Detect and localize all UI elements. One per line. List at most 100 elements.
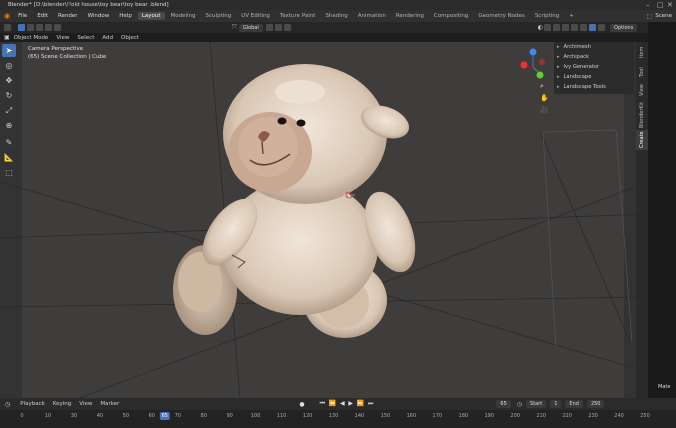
- tool-shelf: ➤ ◎ ✥ ↻ ⤢ ⊕ ✎ 📐 ⬚: [2, 44, 18, 194]
- xray-icon[interactable]: [562, 24, 570, 31]
- timeline-tick: 90: [226, 413, 233, 419]
- camera-view-icon[interactable]: 🎥: [540, 106, 549, 114]
- select-mode-3-icon[interactable]: [45, 24, 52, 31]
- properties-area: Mate: [648, 22, 676, 398]
- zoom-icon[interactable]: ⌕: [540, 82, 544, 91]
- select-mode-4-icon[interactable]: [54, 24, 61, 31]
- menu-object[interactable]: Object: [121, 35, 139, 41]
- preview-range-icon[interactable]: ◷: [517, 401, 522, 408]
- close-icon[interactable]: ✕: [667, 1, 673, 9]
- addon-archipack[interactable]: ▸ Archipack: [554, 52, 634, 62]
- next-key-icon[interactable]: ⏩: [357, 400, 364, 407]
- menu-playback[interactable]: Playback: [20, 401, 45, 407]
- options-dropdown[interactable]: Options: [610, 23, 638, 32]
- tab-rendering[interactable]: Rendering: [392, 12, 428, 20]
- shading-rendered-icon[interactable]: [598, 24, 606, 31]
- rotate-tool-icon[interactable]: ↻: [2, 89, 16, 102]
- tab-scripting[interactable]: Scripting: [531, 12, 563, 20]
- play-reverse-icon[interactable]: ◀: [340, 400, 345, 407]
- current-frame-field[interactable]: 65: [496, 400, 511, 408]
- menu-help[interactable]: Help: [119, 13, 132, 19]
- tab-view[interactable]: View: [636, 82, 648, 98]
- play-icon[interactable]: ▶: [348, 400, 353, 407]
- 3d-viewport[interactable]: ⌕ ✋ 🎥: [0, 42, 648, 398]
- measure-tool-icon[interactable]: 📐: [2, 151, 16, 164]
- orientation-dropdown[interactable]: Global: [238, 23, 263, 32]
- timeline-editor-icon[interactable]: ◷: [5, 401, 10, 408]
- cursor-tool-icon[interactable]: ◎: [2, 59, 16, 72]
- tab-tool[interactable]: Tool: [636, 64, 648, 80]
- gizmo-icon[interactable]: [544, 24, 552, 31]
- tab-uv-editing[interactable]: UV Editing: [237, 12, 274, 20]
- scene-label[interactable]: Scene: [655, 13, 672, 19]
- menu-timeline-view[interactable]: View: [79, 401, 92, 407]
- bear-left-eye: [277, 117, 287, 125]
- record-icon[interactable]: ●: [299, 401, 304, 408]
- menu-select[interactable]: Select: [77, 35, 94, 41]
- editor-type-icon[interactable]: [4, 24, 11, 31]
- menu-window[interactable]: Window: [88, 13, 110, 19]
- maximize-icon[interactable]: □: [657, 1, 664, 9]
- tab-shading[interactable]: Shading: [321, 12, 351, 20]
- tab-geometry-nodes[interactable]: Geometry Nodes: [474, 12, 528, 20]
- mode-header: ▣ Object Mode View Select Add Object: [0, 33, 220, 42]
- end-frame-field[interactable]: 250: [586, 400, 605, 408]
- select-tool-icon[interactable]: ➤: [2, 44, 16, 57]
- collection-info: (65) Scene Collection | Cube: [28, 54, 107, 60]
- minimize-icon[interactable]: –: [646, 1, 650, 9]
- pivot-icon[interactable]: [265, 24, 273, 31]
- shading-wireframe-icon[interactable]: [571, 24, 579, 31]
- tab-texture-paint[interactable]: Texture Paint: [276, 12, 320, 20]
- scene-icon[interactable]: ⬚: [647, 13, 653, 20]
- timeline-header: ◷ Playback Keying View Marker ● ⏮ ⏪ ◀ ▶ …: [0, 398, 676, 410]
- playhead[interactable]: 65: [159, 412, 170, 420]
- menu-edit[interactable]: Edit: [37, 13, 48, 19]
- blender-logo-icon[interactable]: ◉: [4, 12, 10, 20]
- start-frame-field[interactable]: 1: [550, 400, 562, 408]
- addon-landscape[interactable]: ▸ Landscape: [554, 72, 634, 82]
- shading-solid-icon[interactable]: [580, 24, 588, 31]
- menu-file[interactable]: File: [18, 13, 27, 19]
- select-box-icon[interactable]: [18, 24, 25, 31]
- visibility-icon[interactable]: ◐: [538, 24, 543, 31]
- menu-keying[interactable]: Keying: [53, 401, 71, 407]
- jump-end-icon[interactable]: ⏭: [368, 400, 373, 408]
- tab-blenderkit[interactable]: BlenderKit: [636, 102, 648, 128]
- tab-sculpting[interactable]: Sculpting: [202, 12, 236, 20]
- select-mode-1-icon[interactable]: [27, 24, 34, 31]
- add-cube-tool-icon[interactable]: ⬚: [2, 166, 16, 179]
- overlay-icon[interactable]: [553, 24, 561, 31]
- snap-icon[interactable]: [274, 24, 282, 31]
- scale-tool-icon[interactable]: ⤢: [2, 104, 16, 117]
- sidebar-tabs: Item Tool View BlenderKit Create: [636, 42, 648, 398]
- tab-modeling[interactable]: Modeling: [167, 12, 200, 20]
- tab-animation[interactable]: Animation: [354, 12, 390, 20]
- add-workspace-button[interactable]: +: [565, 12, 578, 20]
- select-mode-2-icon[interactable]: [36, 24, 43, 31]
- timeline-tick: 50: [122, 413, 130, 419]
- prev-key-icon[interactable]: ⏪: [329, 400, 336, 407]
- tab-item[interactable]: Item: [636, 44, 648, 60]
- timeline-ruler[interactable]: 0 10 30 40 50 60 70 80 90 100 110 120 130 140 150 160 17…: [0, 410, 676, 428]
- tab-compositing[interactable]: Compositing: [430, 12, 472, 20]
- move-tool-icon[interactable]: ✥: [2, 74, 16, 87]
- addon-landscape-tools[interactable]: ▸ Landscape Tools: [554, 82, 634, 92]
- menu-view[interactable]: View: [56, 35, 69, 41]
- mode-dropdown[interactable]: Object Mode: [14, 35, 49, 41]
- transform-orientation-icon[interactable]: ⤧: [232, 24, 237, 32]
- addon-ivy-generator[interactable]: ▸ Ivy Generator: [554, 62, 634, 72]
- mode-icon[interactable]: ▣: [4, 34, 10, 41]
- menu-marker[interactable]: Marker: [100, 401, 119, 407]
- addon-archimesh[interactable]: ▸ Archimesh: [554, 42, 634, 52]
- pan-hand-icon[interactable]: ✋: [540, 94, 549, 102]
- menu-add[interactable]: Add: [102, 35, 113, 41]
- transform-tool-icon[interactable]: ⊕: [2, 119, 16, 132]
- tab-layout[interactable]: Layout: [137, 12, 165, 20]
- jump-start-icon[interactable]: ⏮: [320, 400, 325, 408]
- tab-create[interactable]: Create: [636, 130, 648, 150]
- proportional-icon[interactable]: [283, 24, 291, 31]
- viewport-scene: [0, 42, 648, 398]
- shading-material-icon[interactable]: [589, 24, 597, 31]
- menu-render[interactable]: Render: [58, 13, 78, 19]
- annotate-tool-icon[interactable]: ✎: [2, 136, 16, 149]
